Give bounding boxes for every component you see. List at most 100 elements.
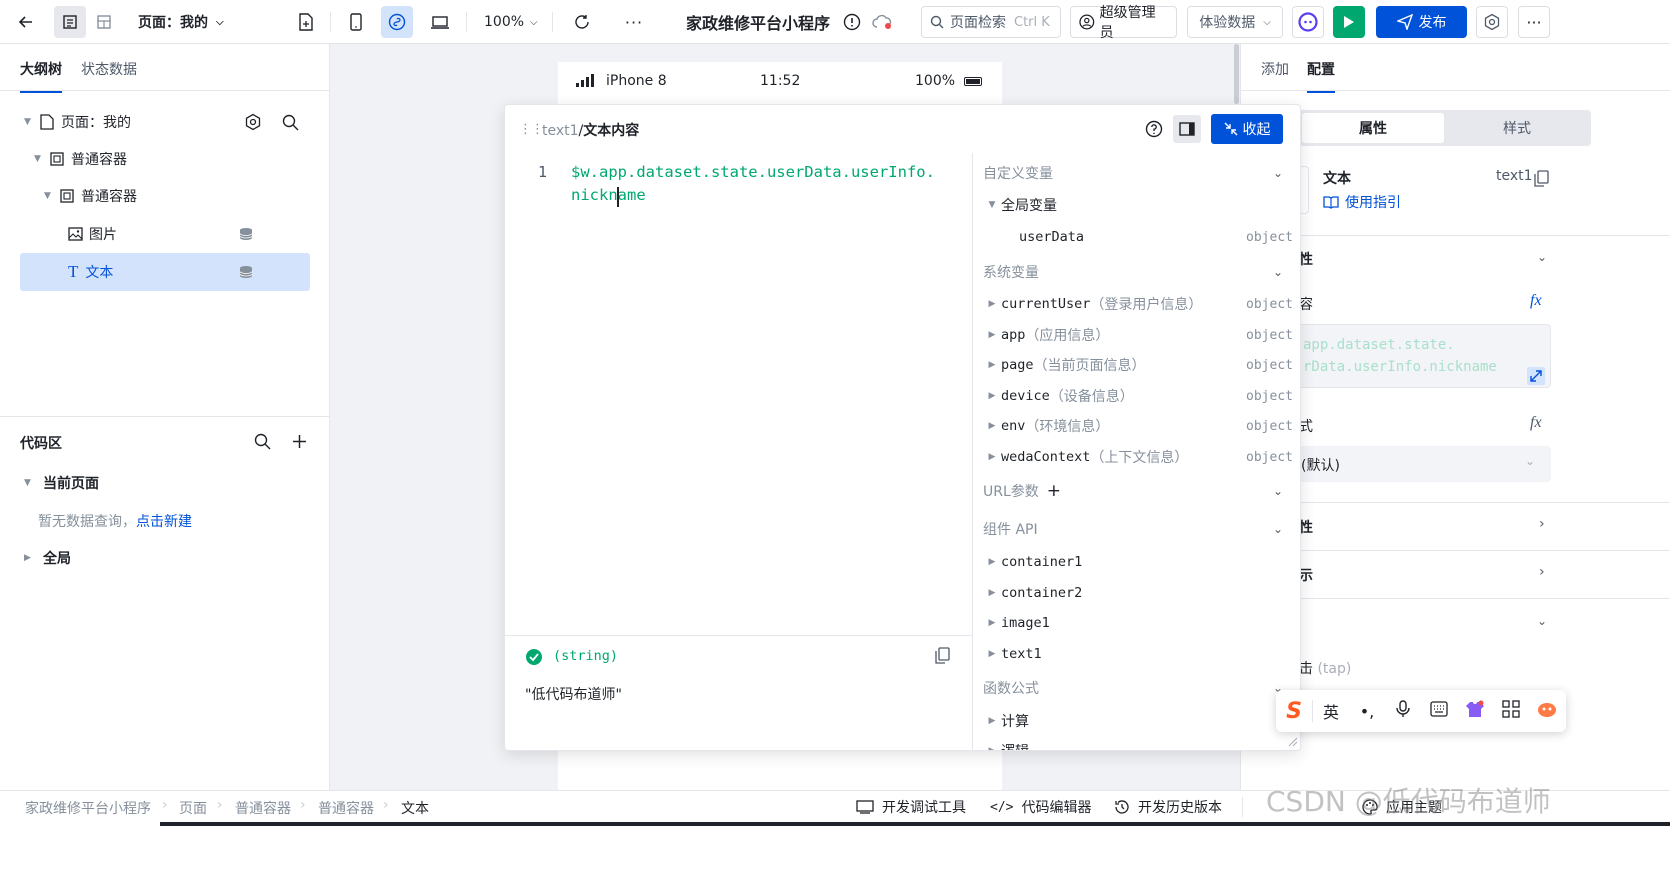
section-url-params[interactable]: URL参数 + ⌄ — [973, 476, 1293, 506]
current-page-section[interactable]: ▼ 当前页面 — [24, 464, 314, 502]
chevron-right-icon[interactable]: › — [1539, 516, 1545, 532]
comp-container2[interactable]: ▶ container2 — [973, 578, 1293, 608]
create-query-link[interactable]: 点击新建 — [136, 514, 192, 530]
sogou-logo-icon[interactable]: S — [1276, 699, 1312, 724]
back-arrow-icon[interactable] — [10, 6, 42, 38]
comp-image1[interactable]: ▶ image1 — [973, 608, 1293, 638]
add-icon[interactable]: + — [1047, 481, 1061, 501]
tree-item-image[interactable]: 图片 — [20, 215, 310, 253]
seg-styles[interactable]: 样式 — [1446, 113, 1588, 143]
expand-icon[interactable] — [1527, 367, 1545, 385]
punctuation-icon[interactable]: •, — [1349, 702, 1385, 721]
fx-icon[interactable]: fx — [1530, 414, 1542, 432]
fx-icon[interactable]: fx — [1530, 292, 1542, 310]
help-icon[interactable] — [1145, 120, 1163, 138]
tree-item-page[interactable]: ▼ 页面：我的 — [24, 103, 314, 141]
search-icon[interactable] — [254, 433, 271, 450]
add-icon[interactable] — [292, 434, 307, 449]
var-app[interactable]: ▶ app （应用信息） object — [973, 320, 1293, 350]
func-logic[interactable]: ▶逻辑 — [973, 736, 1293, 750]
debug-tools-button[interactable]: 开发调试工具 — [856, 797, 966, 817]
section-advanced-properties[interactable]: 性 — [1299, 517, 1611, 537]
collapse-button[interactable]: 收起 — [1211, 114, 1283, 144]
search-icon[interactable] — [282, 114, 299, 131]
page-settings-icon[interactable] — [244, 113, 262, 131]
tree-item-text[interactable]: T 文本 — [20, 253, 310, 291]
chevron-down-icon[interactable]: ⌄ — [1537, 614, 1547, 628]
breadcrumb-page[interactable]: 页面 — [179, 798, 207, 818]
var-userData[interactable]: userData object — [973, 222, 1293, 252]
outline-view-icon[interactable] — [54, 6, 86, 38]
pc-view-icon[interactable] — [424, 6, 456, 38]
database-icon[interactable] — [239, 265, 253, 279]
canvas-scrollbar[interactable] — [1234, 44, 1239, 104]
page-search-input[interactable]: 页面检索 Ctrl K — [921, 6, 1061, 38]
apps-grid-icon[interactable] — [1493, 700, 1529, 722]
copy-icon[interactable] — [1534, 170, 1549, 187]
section-functions[interactable]: 函数公式 ⌄ — [973, 673, 1293, 703]
tab-state-data[interactable]: 状态数据 — [81, 59, 137, 79]
more-icon[interactable]: ··· — [618, 6, 650, 38]
caret-down-icon[interactable]: ▼ — [24, 478, 34, 488]
chevron-down-icon[interactable]: ⌄ — [1537, 250, 1547, 264]
zoom-select[interactable]: 100% ⌵ — [484, 6, 538, 38]
var-wedaContext[interactable]: ▶ wedaContext （上下文信息） object — [973, 442, 1293, 472]
keyboard-icon[interactable] — [1421, 701, 1457, 721]
breadcrumb-container1[interactable]: 普通容器 — [235, 798, 291, 818]
section-display[interactable]: 示 — [1299, 565, 1611, 585]
usage-guide-link[interactable]: 使用指引 — [1323, 192, 1635, 212]
tab-add[interactable]: 添加 — [1261, 59, 1289, 79]
drag-handle-icon[interactable]: ⋮⋮ — [519, 122, 544, 137]
global-vars-group[interactable]: ▼ 全局变量 — [973, 190, 1293, 220]
database-icon[interactable] — [239, 227, 253, 241]
section-basic-properties[interactable]: 性 — [1299, 249, 1611, 269]
copilot-icon[interactable] — [1292, 6, 1324, 38]
caret-down-icon[interactable]: ▼ — [44, 191, 54, 201]
caret-right-icon[interactable]: ▶ — [24, 553, 34, 563]
env-select[interactable]: 体验数据 ⌵ — [1187, 6, 1283, 38]
breadcrumb-app[interactable]: 家政维修平台小程序 — [25, 798, 151, 818]
settings-icon[interactable] — [1476, 6, 1508, 38]
toggle-sidebar-icon[interactable] — [1173, 115, 1201, 143]
chevron-right-icon[interactable]: › — [1539, 564, 1545, 580]
section-custom-vars[interactable]: 自定义变量 ⌄ — [973, 158, 1293, 188]
breadcrumb-container2[interactable]: 普通容器 — [318, 798, 374, 818]
miniprogram-view-icon[interactable] — [381, 6, 413, 38]
caret-down-icon[interactable]: ▼ — [34, 154, 44, 164]
var-currentUser[interactable]: ▶ currentUser （登录用户信息） object — [973, 289, 1293, 319]
var-page[interactable]: ▶ page （当前页面信息） object — [973, 350, 1293, 380]
refresh-icon[interactable] — [566, 6, 598, 38]
mobile-view-icon[interactable] — [340, 6, 372, 38]
more-menu-icon[interactable]: ··· — [1518, 6, 1550, 38]
section-component-api[interactable]: 组件 API ⌄ — [973, 514, 1293, 544]
copy-icon[interactable] — [935, 647, 950, 664]
history-button[interactable]: 开发历史版本 — [1114, 797, 1222, 817]
add-page-icon[interactable] — [290, 6, 322, 38]
publish-button[interactable]: 发布 — [1376, 6, 1467, 38]
resize-handle-icon[interactable] — [1288, 737, 1298, 747]
event-tap-row[interactable]: 击 (tap) — [1299, 658, 1611, 678]
tree-item-container2[interactable]: ▼ 普通容器 — [44, 177, 314, 215]
var-env[interactable]: ▶ env （环境信息） object — [973, 411, 1293, 441]
page-selector[interactable]: 页面：我的 ⌵ — [138, 6, 224, 38]
content-expression-field[interactable]: app.dataset.state. rData.userInfo.nickna… — [1299, 324, 1551, 388]
section-system-vars[interactable]: 系统变量 ⌄ — [973, 257, 1293, 287]
var-device[interactable]: ▶ device （设备信息） object — [973, 381, 1293, 411]
info-icon[interactable] — [842, 6, 862, 38]
run-button[interactable] — [1333, 6, 1365, 38]
seg-properties[interactable]: 属性 — [1302, 113, 1444, 143]
cloud-sync-icon[interactable] — [872, 6, 894, 38]
breadcrumb-text[interactable]: 文本 — [401, 798, 429, 818]
ime-lang-toggle[interactable]: 英 — [1313, 699, 1349, 723]
comp-text1[interactable]: ▶ text1 — [973, 639, 1293, 669]
func-calc[interactable]: ▶ 计算 — [973, 706, 1293, 736]
mascot-icon[interactable] — [1529, 700, 1565, 722]
role-button[interactable]: 超级管理员 — [1070, 5, 1177, 41]
layout-view-icon[interactable] — [88, 6, 120, 38]
global-section[interactable]: ▶ 全局 — [24, 539, 314, 577]
format-select[interactable]: (默认) ⌄ — [1299, 446, 1551, 482]
caret-down-icon[interactable]: ▼ — [24, 117, 34, 127]
microphone-icon[interactable] — [1385, 700, 1421, 722]
skin-icon[interactable] — [1457, 700, 1493, 722]
code-editor-button[interactable]: </> 代码编辑器 — [990, 797, 1091, 817]
